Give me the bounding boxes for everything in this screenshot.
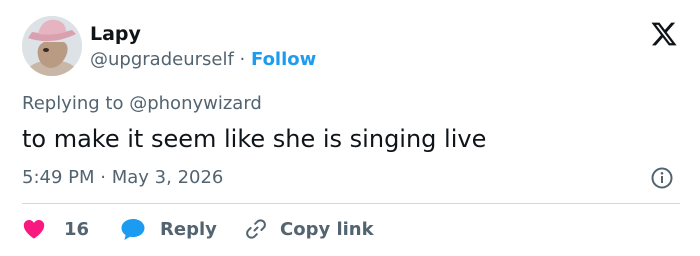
timestamp-separator: · <box>100 167 106 188</box>
handle-separator: · <box>239 49 246 70</box>
follow-button[interactable]: Follow <box>251 49 316 70</box>
heart-icon <box>23 220 45 239</box>
divider <box>22 203 680 204</box>
copy-link-button[interactable]: Copy link <box>244 214 374 244</box>
tweet-embed-card: Lapy @upgradeurself · Follow Replying to… <box>0 0 700 256</box>
link-icon <box>246 219 266 239</box>
tweet-date: May 3, 2026 <box>111 167 224 188</box>
author-handle[interactable]: @upgradeurself <box>90 49 234 70</box>
like-count: 16 <box>64 218 90 240</box>
avatar-image <box>22 16 82 76</box>
info-icon[interactable] <box>650 166 674 190</box>
x-logo-icon[interactable] <box>650 20 678 48</box>
replying-to-mention[interactable]: @phonywizard <box>129 93 262 114</box>
replying-to: Replying to @phonywizard <box>22 92 262 116</box>
like-button[interactable]: 16 <box>22 214 89 244</box>
reply-bubble-icon <box>121 219 145 240</box>
tweet-timestamp[interactable]: 5:49 PM · May 3, 2026 <box>22 166 223 190</box>
copy-link-label: Copy link <box>280 218 374 240</box>
reply-button[interactable]: Reply <box>120 214 217 244</box>
reply-label: Reply <box>160 218 217 240</box>
tweet-time: 5:49 PM <box>22 167 95 188</box>
author-handle-row: @upgradeurself · Follow <box>90 48 316 72</box>
tweet-text: to make it seem like she is singing live <box>22 125 487 153</box>
avatar[interactable] <box>22 16 82 76</box>
author-name[interactable]: Lapy <box>90 22 141 46</box>
replying-to-prefix: Replying to <box>22 93 124 114</box>
